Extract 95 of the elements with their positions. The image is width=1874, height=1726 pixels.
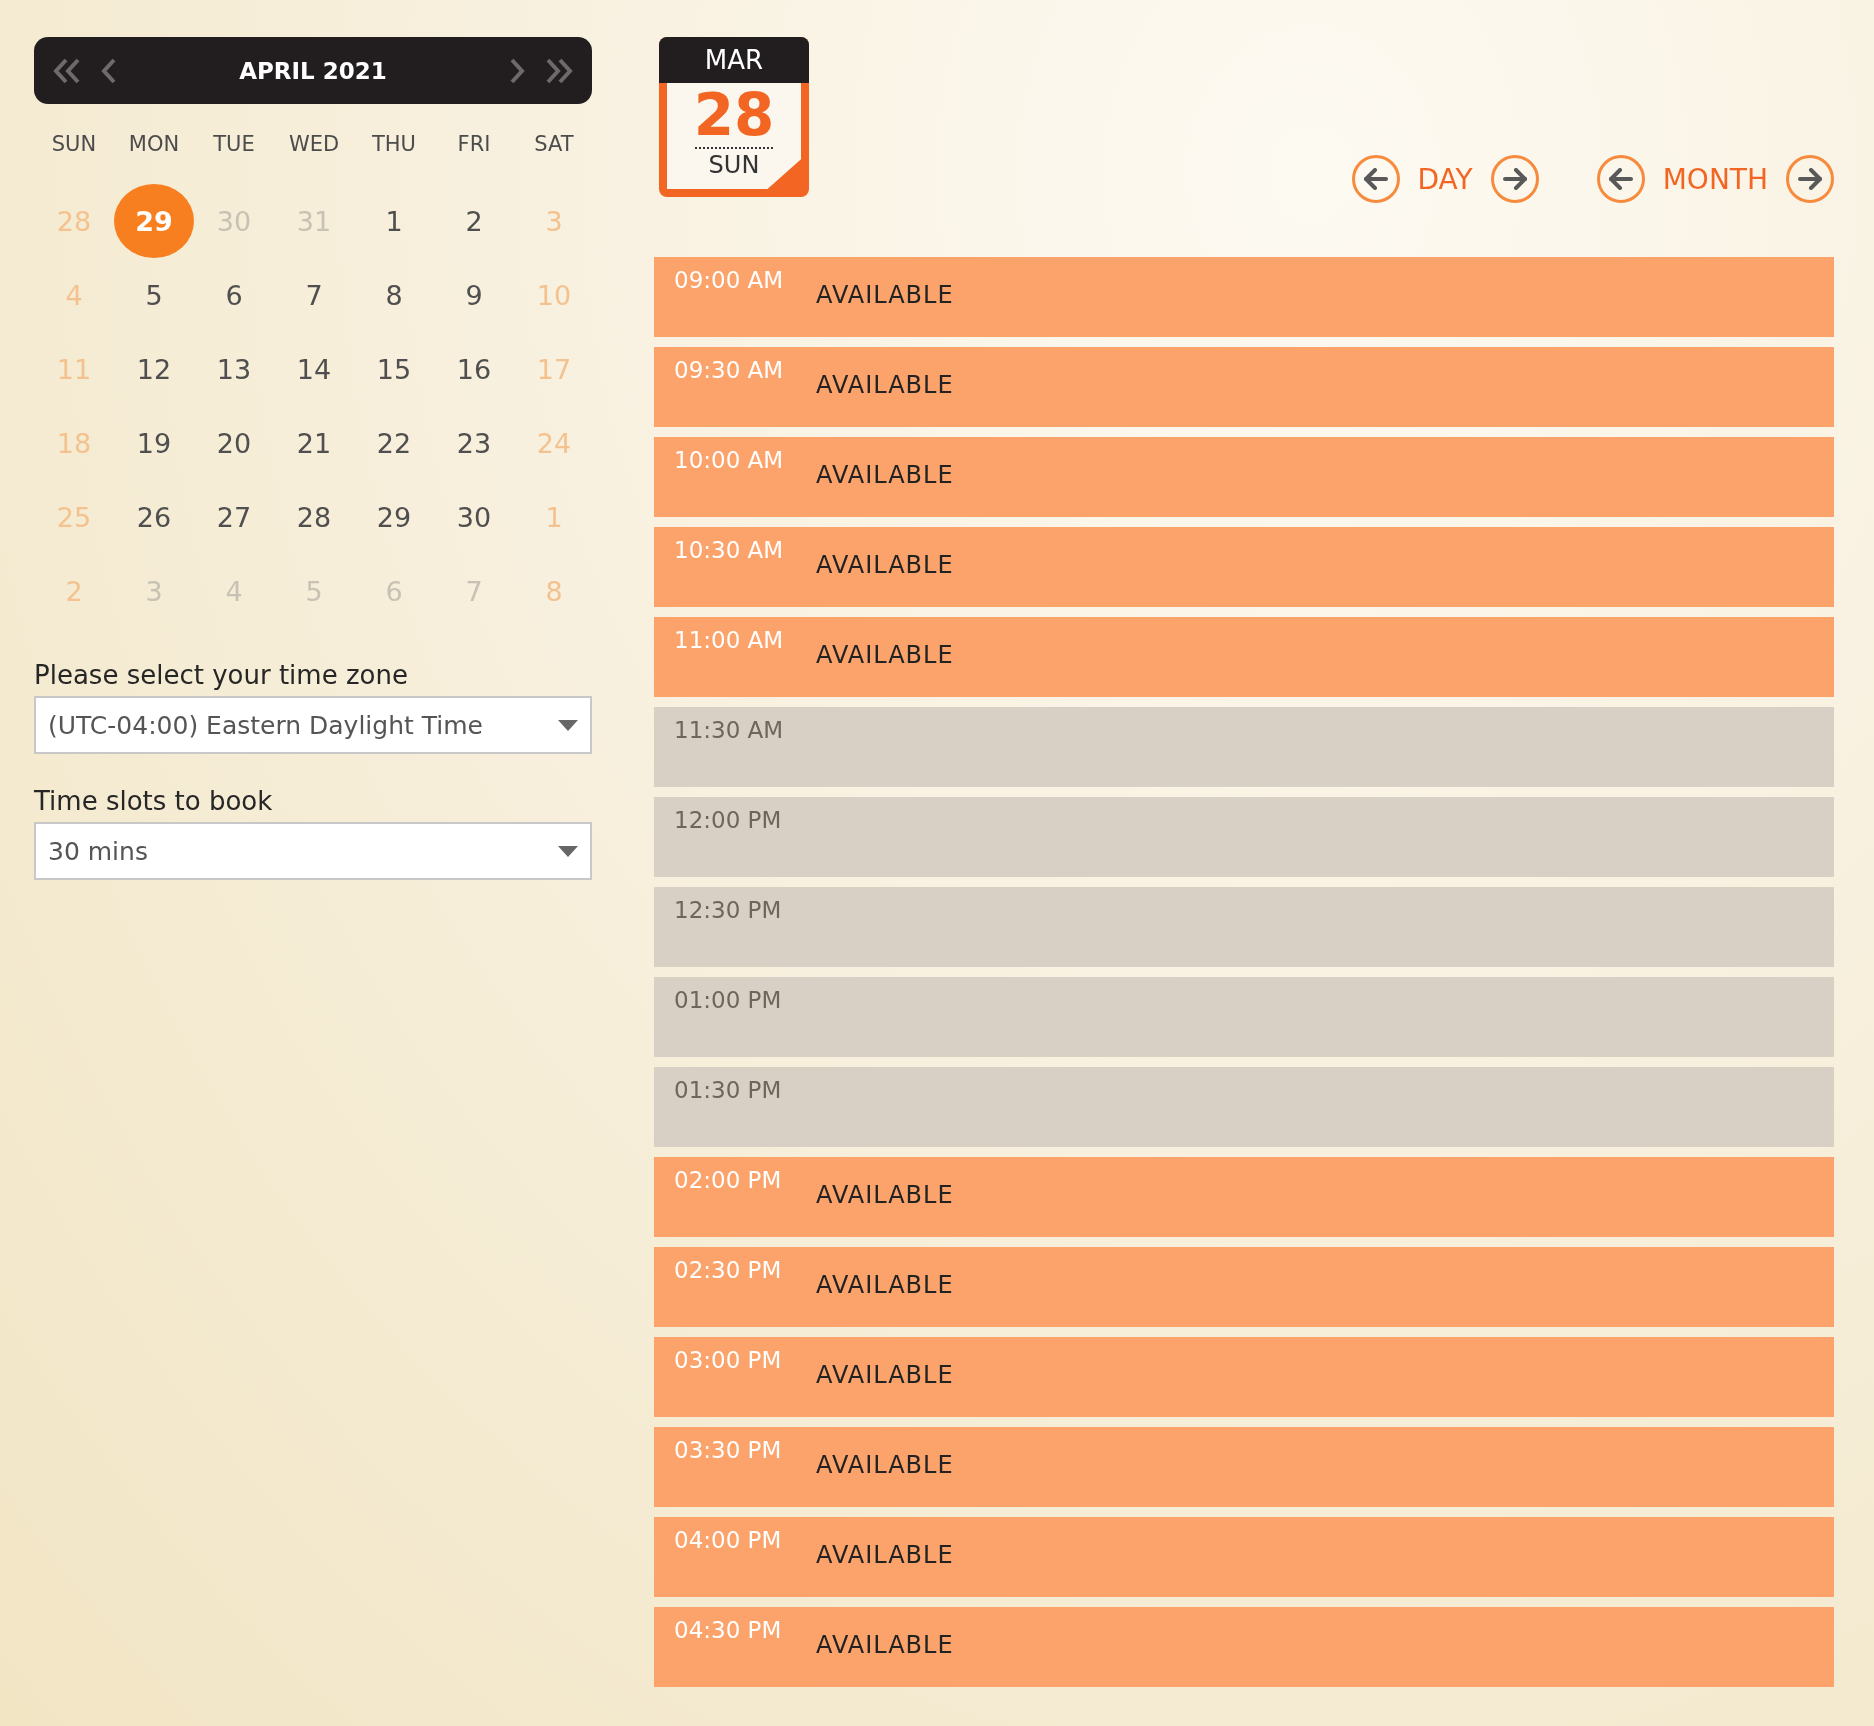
calendar-day[interactable]: 26 xyxy=(114,480,194,554)
slot-status: AVAILABLE xyxy=(816,281,954,309)
slot-time: 02:00 PM xyxy=(674,1167,783,1193)
slot-time: 01:30 PM xyxy=(674,1077,783,1103)
next-button[interactable] xyxy=(1490,155,1539,203)
time-slot[interactable]: 04:00 PM AVAILABLE xyxy=(654,1517,1834,1597)
calendar-day[interactable]: 22 xyxy=(354,406,434,480)
calendar-day[interactable]: 1 xyxy=(354,184,434,258)
weekday-label: MON xyxy=(127,131,181,158)
nav-label: DAY xyxy=(1417,162,1473,196)
slot-time: 03:30 PM xyxy=(674,1437,783,1463)
calendar-day[interactable]: 13 xyxy=(194,332,274,406)
time-slot[interactable]: 09:00 AM AVAILABLE xyxy=(654,257,1834,337)
badge-weekday: SUN xyxy=(694,147,774,179)
double-chevron-left-icon xyxy=(52,56,82,85)
slot-time: 04:30 PM xyxy=(674,1617,783,1643)
slot-time: 12:30 PM xyxy=(674,897,783,923)
calendar-day[interactable]: 29 xyxy=(354,480,434,554)
slot-status: AVAILABLE xyxy=(816,461,954,489)
time-slot[interactable]: 02:30 PM AVAILABLE xyxy=(654,1247,1834,1327)
calendar-day[interactable]: 27 xyxy=(194,480,274,554)
caret-icon xyxy=(558,719,578,731)
previous-month-button[interactable] xyxy=(100,56,118,85)
next-button[interactable] xyxy=(1786,155,1834,203)
right-arrow-icon xyxy=(1797,168,1823,190)
time-slot[interactable]: 02:00 PM AVAILABLE xyxy=(654,1157,1834,1237)
slot-time: 09:00 AM xyxy=(674,267,785,293)
calendar-day[interactable]: 5 xyxy=(114,258,194,332)
calendar-day[interactable]: 21 xyxy=(274,406,354,480)
caret-icon xyxy=(558,845,578,857)
next-year-button[interactable] xyxy=(544,56,574,85)
slot-status: AVAILABLE xyxy=(816,371,954,399)
time-slot[interactable]: 03:00 PM AVAILABLE xyxy=(654,1337,1834,1417)
field-label: Time slots to book xyxy=(34,786,274,816)
calendar-day[interactable]: 7 xyxy=(274,258,354,332)
slot-time: 01:00 PM xyxy=(674,987,783,1013)
slot-status: AVAILABLE xyxy=(816,1541,954,1569)
weekday-label: SAT xyxy=(533,131,575,158)
calendar-day[interactable]: 16 xyxy=(434,332,514,406)
right-arrow-icon xyxy=(1501,168,1528,190)
time-slot[interactable]: 10:00 AM AVAILABLE xyxy=(654,437,1834,517)
slot-time: 11:30 AM xyxy=(674,717,785,743)
weekday-label: THU xyxy=(371,131,417,158)
slot-status: AVAILABLE xyxy=(816,1181,954,1209)
left-arrow-icon xyxy=(1607,168,1634,190)
double-chevron-right-icon xyxy=(544,56,574,85)
badge-month: MAR xyxy=(659,37,809,83)
slot-length-select[interactable]: 30 mins xyxy=(34,822,592,880)
timezone-select[interactable]: (UTC-04:00) Eastern Daylight Time xyxy=(34,696,592,754)
calendar-day[interactable]: 8 xyxy=(354,258,434,332)
slot-time: 12:00 PM xyxy=(674,807,783,833)
time-slot[interactable]: 03:30 PM AVAILABLE xyxy=(654,1427,1834,1507)
slot-time: 04:00 PM xyxy=(674,1527,783,1553)
slot-status: AVAILABLE xyxy=(816,1451,954,1479)
badge-day: 28 xyxy=(693,83,775,147)
slot-status: AVAILABLE xyxy=(816,551,954,579)
time-slot[interactable]: 11:00 AM AVAILABLE xyxy=(654,617,1834,697)
previous-button[interactable] xyxy=(1351,155,1400,203)
next-month-button[interactable] xyxy=(508,56,526,85)
month-title: APRIL 2021 xyxy=(238,57,388,84)
weekday-label: TUE xyxy=(212,131,256,158)
slot-status: AVAILABLE xyxy=(816,1271,954,1299)
calendar-day[interactable]: 30 xyxy=(434,480,514,554)
calendar-day[interactable]: 28 xyxy=(274,480,354,554)
chevron-right-icon xyxy=(508,56,526,85)
slot-time: 02:30 PM xyxy=(674,1257,783,1283)
previous-year-button[interactable] xyxy=(52,56,82,85)
left-arrow-icon xyxy=(1362,168,1389,190)
calendar-day[interactable]: 15 xyxy=(354,332,434,406)
calendar-day[interactable]: 23 xyxy=(434,406,514,480)
calendar-day[interactable]: 14 xyxy=(274,332,354,406)
weekday-label: WED xyxy=(287,131,341,158)
weekday-label: SUN xyxy=(50,131,98,158)
weekday-label: FRI xyxy=(456,131,492,158)
nav-label: MONTH xyxy=(1662,162,1768,196)
previous-button[interactable] xyxy=(1596,155,1645,203)
field-label: Please select your time zone xyxy=(34,660,409,690)
time-slot[interactable]: 04:30 PM AVAILABLE xyxy=(654,1607,1834,1687)
slot-status: AVAILABLE xyxy=(816,1631,954,1659)
time-slot[interactable]: 10:30 AM AVAILABLE xyxy=(654,527,1834,607)
slot-status: AVAILABLE xyxy=(816,1361,954,1389)
slot-status: AVAILABLE xyxy=(816,641,954,669)
calendar-day[interactable]: 6 xyxy=(194,258,274,332)
slot-time: 03:00 PM xyxy=(674,1347,783,1373)
calendar-day[interactable]: 19 xyxy=(114,406,194,480)
slot-time: 10:30 AM xyxy=(674,537,785,563)
slot-time: 09:30 AM xyxy=(674,357,785,383)
calendar-day[interactable]: 12 xyxy=(114,332,194,406)
slot-time: 10:00 AM xyxy=(674,447,785,473)
chevron-left-icon xyxy=(100,56,118,85)
calendar-day[interactable]: 9 xyxy=(434,258,514,332)
time-slot[interactable]: 09:30 AM AVAILABLE xyxy=(654,347,1834,427)
calendar-day[interactable]: 2 xyxy=(434,184,514,258)
slot-time: 11:00 AM xyxy=(674,627,785,653)
calendar-day[interactable]: 20 xyxy=(194,406,274,480)
